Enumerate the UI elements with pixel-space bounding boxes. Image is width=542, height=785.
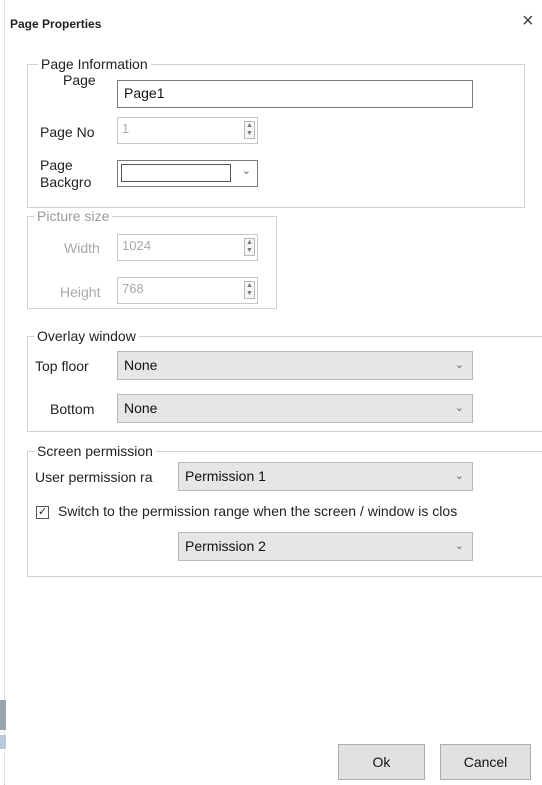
- bottom-value: None: [124, 400, 158, 416]
- spin-down-icon[interactable]: ▼: [246, 130, 253, 137]
- chevron-down-icon: ⌄: [454, 470, 464, 482]
- page-information-legend: Page Information: [41, 56, 148, 72]
- page-no-value: 1: [122, 121, 130, 136]
- spin-down-icon: ▼: [246, 247, 253, 254]
- width-stepper: 1024 ▲ ▼: [117, 234, 258, 261]
- user-permission-select[interactable]: Permission 1 ⌄: [178, 462, 473, 491]
- spin-up-icon[interactable]: ▲: [246, 122, 253, 129]
- chevron-down-icon: ⌄: [454, 359, 464, 371]
- user-permission-value: Permission 1: [185, 468, 266, 484]
- screen-permission-legend: Screen permission: [37, 443, 153, 459]
- chevron-down-icon: ⌄: [454, 402, 464, 414]
- top-floor-label: Top floor: [35, 358, 89, 374]
- left-edge-strip: [0, 700, 6, 730]
- height-spin-buttons: ▲ ▼: [244, 281, 255, 299]
- chevron-down-icon: ⌄: [241, 165, 251, 177]
- switch-permission-select[interactable]: Permission 2 ⌄: [178, 532, 473, 561]
- height-value: 768: [122, 281, 144, 296]
- bottom-label: Bottom: [50, 401, 95, 417]
- switch-permission-checkbox[interactable]: ✓: [36, 506, 49, 519]
- height-stepper: 768 ▲ ▼: [117, 277, 258, 304]
- ok-button[interactable]: Ok: [338, 744, 425, 780]
- spin-up-icon: ▲: [246, 282, 253, 289]
- page-no-stepper[interactable]: 1 ▲ ▼: [117, 117, 258, 144]
- page-label: Page: [63, 72, 96, 88]
- top-floor-value: None: [124, 357, 158, 373]
- page-information-group: Page Information: [27, 56, 525, 208]
- left-dotted-guide: [4, 0, 5, 785]
- spin-down-icon: ▼: [246, 290, 253, 297]
- width-spin-buttons: ▲ ▼: [244, 238, 255, 256]
- switch-permission-label[interactable]: Switch to the permission range when the …: [58, 503, 542, 519]
- switch-permission-value: Permission 2: [185, 538, 266, 554]
- picture-size-legend: Picture size: [37, 208, 110, 224]
- top-floor-select[interactable]: None ⌄: [117, 351, 473, 380]
- dialog-title: Page Properties: [10, 17, 102, 31]
- user-permission-label: User permission ra: [35, 469, 153, 485]
- close-icon[interactable]: ×: [522, 10, 534, 33]
- background-color-swatch: [121, 164, 231, 182]
- cancel-button[interactable]: Cancel: [440, 744, 531, 780]
- check-icon: ✓: [37, 506, 48, 518]
- left-edge-strip-accent: [0, 735, 6, 749]
- chevron-down-icon: ⌄: [454, 540, 464, 552]
- page-no-spin-buttons[interactable]: ▲ ▼: [244, 121, 255, 139]
- page-background-label-line1: Page: [40, 157, 73, 173]
- height-label: Height: [60, 284, 101, 300]
- bottom-select[interactable]: None ⌄: [117, 394, 473, 423]
- spin-up-icon: ▲: [246, 239, 253, 246]
- overlay-window-legend: Overlay window: [37, 328, 136, 344]
- width-label: Width: [64, 240, 100, 256]
- width-value: 1024: [122, 238, 151, 253]
- page-background-label: Page Backgro: [40, 157, 91, 191]
- page-background-color-picker[interactable]: ⌄: [117, 160, 258, 187]
- page-name-input[interactable]: Page1: [117, 80, 473, 108]
- page-no-label: Page No: [40, 124, 95, 140]
- page-background-label-line2: Backgro: [40, 174, 92, 190]
